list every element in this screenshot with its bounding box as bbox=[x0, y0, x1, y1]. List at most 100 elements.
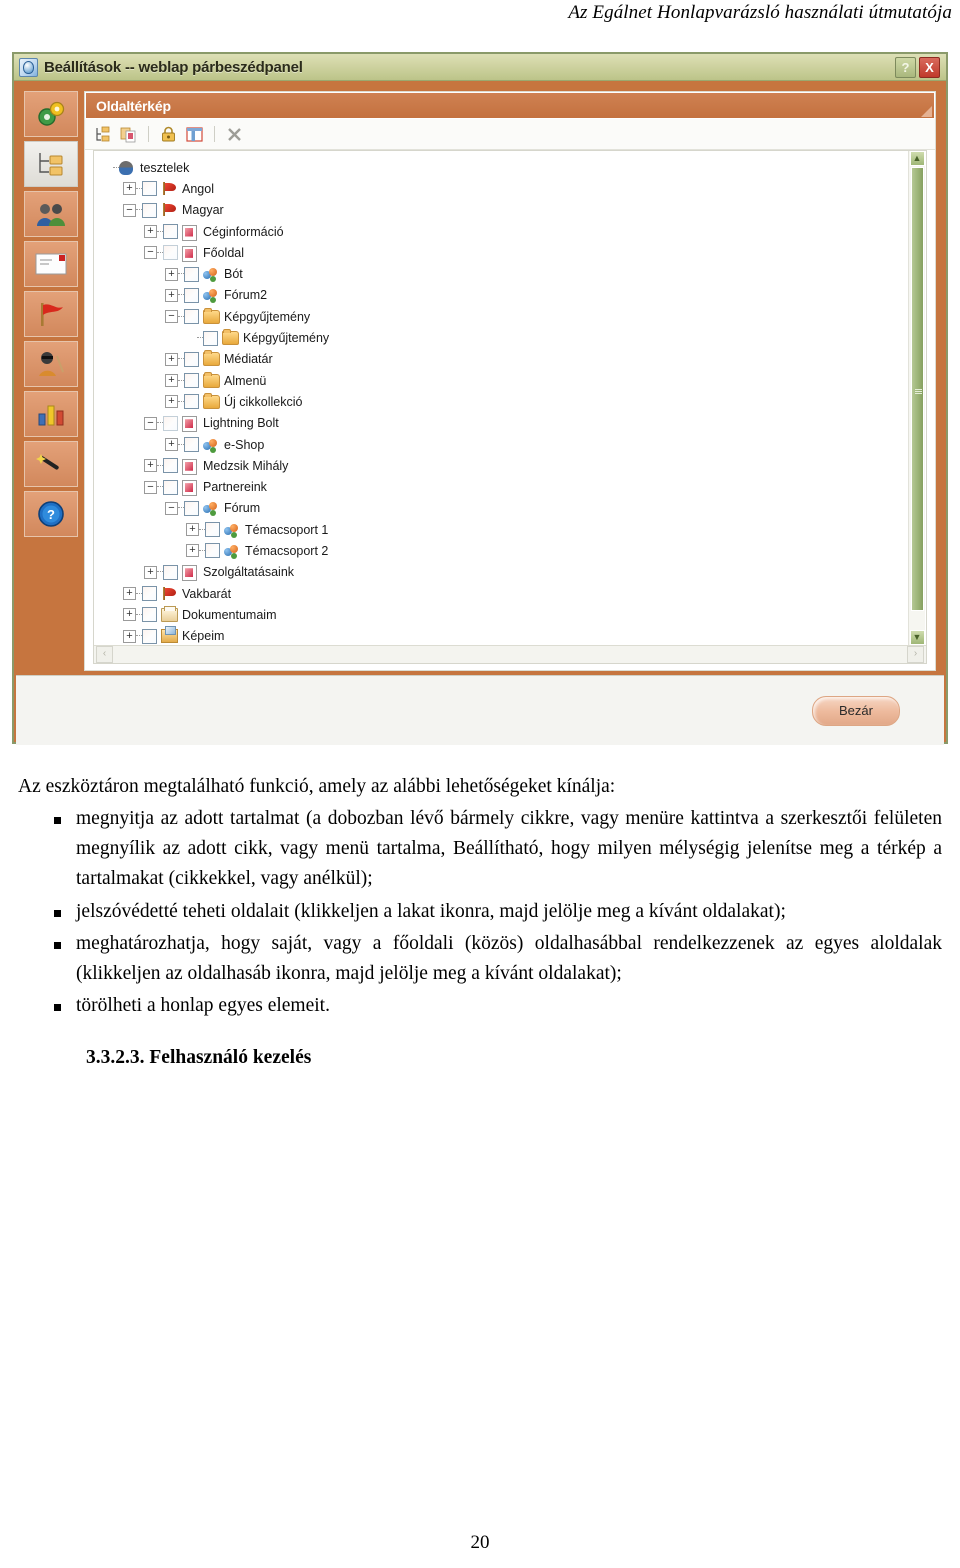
sidebar-item-mail[interactable] bbox=[24, 241, 78, 287]
tree-node-checkbox[interactable] bbox=[163, 245, 178, 261]
tree-node-checkbox[interactable] bbox=[163, 564, 178, 580]
tree-node-checkbox[interactable] bbox=[184, 500, 199, 516]
expand-plus-icon[interactable]: + bbox=[165, 374, 178, 388]
expand-plus-icon[interactable]: + bbox=[144, 565, 157, 579]
scroll-up-arrow[interactable]: ▲ bbox=[909, 151, 925, 166]
tree-node[interactable]: tesztelek bbox=[102, 157, 926, 178]
sidebar-item-accessibility[interactable] bbox=[24, 341, 78, 387]
tree-node[interactable]: Képgyűjtemény bbox=[102, 327, 926, 348]
scroll-track[interactable] bbox=[910, 166, 925, 630]
collapse-minus-icon[interactable]: − bbox=[165, 501, 178, 515]
tree-node-checkbox[interactable] bbox=[142, 628, 157, 644]
horizontal-scrollbar[interactable]: ‹ › bbox=[94, 645, 926, 663]
expand-plus-icon[interactable]: + bbox=[144, 225, 157, 239]
sitemap-tree[interactable]: tesztelek + Angol − Magyar + Céginformáció − Főo… bbox=[94, 151, 926, 645]
expand-plus-icon[interactable]: + bbox=[165, 267, 178, 281]
tree-node[interactable]: − Fórum bbox=[102, 498, 926, 519]
tree-node[interactable]: + Medzsik Mihály bbox=[102, 455, 926, 476]
tree-node-checkbox[interactable] bbox=[163, 415, 178, 431]
tree-node-checkbox[interactable] bbox=[142, 202, 157, 218]
sidebar-item-statistics[interactable] bbox=[24, 391, 78, 437]
feature-bullet: jelszóvédetté teheti oldalait (klikkelje… bbox=[18, 897, 942, 927]
tree-node-checkbox[interactable] bbox=[163, 224, 178, 240]
tree-structure-icon[interactable] bbox=[93, 125, 112, 144]
tree-node[interactable]: + e-Shop bbox=[102, 434, 926, 455]
collapse-minus-icon[interactable]: − bbox=[144, 480, 157, 494]
tree-node-checkbox[interactable] bbox=[205, 522, 220, 538]
tree-node[interactable]: + Vakbarát bbox=[102, 583, 926, 604]
tree-node[interactable]: + Témacsoport 1 bbox=[102, 519, 926, 540]
tree-node[interactable]: − Főoldal bbox=[102, 242, 926, 263]
expand-plus-icon[interactable]: + bbox=[144, 459, 157, 473]
tree-node[interactable]: + Új cikkollekció bbox=[102, 391, 926, 412]
tree-node[interactable]: + Képeim bbox=[102, 626, 926, 645]
x-delete-icon[interactable] bbox=[225, 125, 244, 144]
page-icon bbox=[182, 480, 198, 497]
sidebar-item-wizard[interactable] bbox=[24, 441, 78, 487]
sidebar-item-language[interactable] bbox=[24, 291, 78, 337]
expand-plus-icon[interactable]: + bbox=[123, 629, 136, 643]
tree-node[interactable]: + Céginformáció bbox=[102, 221, 926, 242]
expand-plus-icon[interactable]: + bbox=[186, 523, 199, 537]
sidebar-item-help[interactable]: ? bbox=[24, 491, 78, 537]
tree-node[interactable]: + Almenü bbox=[102, 370, 926, 391]
tree-node[interactable]: − Lightning Bolt bbox=[102, 413, 926, 434]
expand-plus-icon[interactable]: + bbox=[186, 544, 199, 558]
tree-node-label: Fórum2 bbox=[224, 288, 268, 303]
collapse-minus-icon[interactable]: − bbox=[144, 416, 157, 430]
tree-node[interactable]: − Partnereink bbox=[102, 476, 926, 497]
tree-node[interactable]: + Témacsoport 2 bbox=[102, 540, 926, 561]
tree-node-checkbox[interactable] bbox=[142, 181, 157, 197]
vertical-scrollbar[interactable]: ▲ ▼ bbox=[908, 151, 925, 645]
tree-node-checkbox[interactable] bbox=[205, 543, 220, 559]
expand-plus-icon[interactable]: + bbox=[165, 438, 178, 451]
close-icon[interactable]: X bbox=[919, 57, 940, 78]
scroll-down-arrow[interactable]: ▼ bbox=[909, 630, 925, 645]
sitemap-panel: Oldaltérkép tesztelek + Angol − Magyar +… bbox=[84, 91, 936, 671]
tree-node-checkbox[interactable] bbox=[142, 607, 157, 623]
columns-layout-icon[interactable] bbox=[185, 125, 204, 144]
tree-node[interactable]: + Fórum2 bbox=[102, 285, 926, 306]
sidebar-item-sitemap[interactable] bbox=[24, 141, 78, 187]
bezar-close-button[interactable]: Bezár bbox=[812, 695, 900, 726]
tree-node-checkbox[interactable] bbox=[184, 266, 199, 282]
expand-plus-icon[interactable]: + bbox=[165, 288, 178, 302]
titlebar-buttons: ? X bbox=[895, 57, 940, 78]
help-button[interactable]: ? bbox=[895, 57, 916, 78]
tree-node[interactable]: − Magyar bbox=[102, 200, 926, 221]
tree-node-checkbox[interactable] bbox=[184, 351, 199, 367]
expand-plus-icon[interactable]: + bbox=[165, 352, 178, 366]
expand-plus-icon[interactable]: + bbox=[165, 395, 178, 409]
tree-node-checkbox[interactable] bbox=[184, 394, 199, 410]
lock-icon[interactable] bbox=[159, 125, 178, 144]
tree-node-checkbox[interactable] bbox=[184, 437, 199, 452]
sidebar-item-users[interactable] bbox=[24, 191, 78, 237]
tree-node-checkbox[interactable] bbox=[142, 586, 157, 602]
tree-node-label: Angol bbox=[182, 181, 214, 196]
tree-node[interactable]: − Képgyűjtemény bbox=[102, 306, 926, 327]
tree-node[interactable]: + Médiatár bbox=[102, 349, 926, 370]
tree-node[interactable]: + Dokumentumaim bbox=[102, 604, 926, 625]
tree-node-checkbox[interactable] bbox=[184, 309, 199, 325]
copy-pages-icon[interactable] bbox=[119, 125, 138, 144]
tree-node-checkbox[interactable] bbox=[184, 287, 199, 303]
tree-node[interactable]: + Angol bbox=[102, 178, 926, 199]
expand-plus-icon[interactable]: + bbox=[123, 182, 136, 196]
scroll-left-arrow[interactable]: ‹ bbox=[96, 646, 113, 663]
collapse-minus-icon[interactable]: − bbox=[144, 246, 157, 260]
sidebar-item-settings[interactable] bbox=[24, 91, 78, 137]
tree-node-checkbox[interactable] bbox=[184, 373, 199, 389]
tree-node-label: Új cikkollekció bbox=[224, 394, 303, 409]
collapse-minus-icon[interactable]: − bbox=[123, 203, 136, 217]
tree-node[interactable]: + Bót bbox=[102, 263, 926, 284]
tree-node[interactable]: + Szolgáltatásaink bbox=[102, 562, 926, 583]
scroll-right-arrow[interactable]: › bbox=[907, 646, 924, 663]
expand-plus-icon[interactable]: + bbox=[123, 608, 136, 622]
tree-node-label: Partnereink bbox=[203, 480, 267, 495]
tree-node-checkbox[interactable] bbox=[203, 330, 218, 346]
tree-node-checkbox[interactable] bbox=[163, 458, 178, 474]
expand-plus-icon[interactable]: + bbox=[123, 587, 136, 601]
tree-node-checkbox[interactable] bbox=[163, 479, 178, 495]
scroll-thumb[interactable] bbox=[910, 167, 924, 611]
collapse-minus-icon[interactable]: − bbox=[165, 310, 178, 324]
